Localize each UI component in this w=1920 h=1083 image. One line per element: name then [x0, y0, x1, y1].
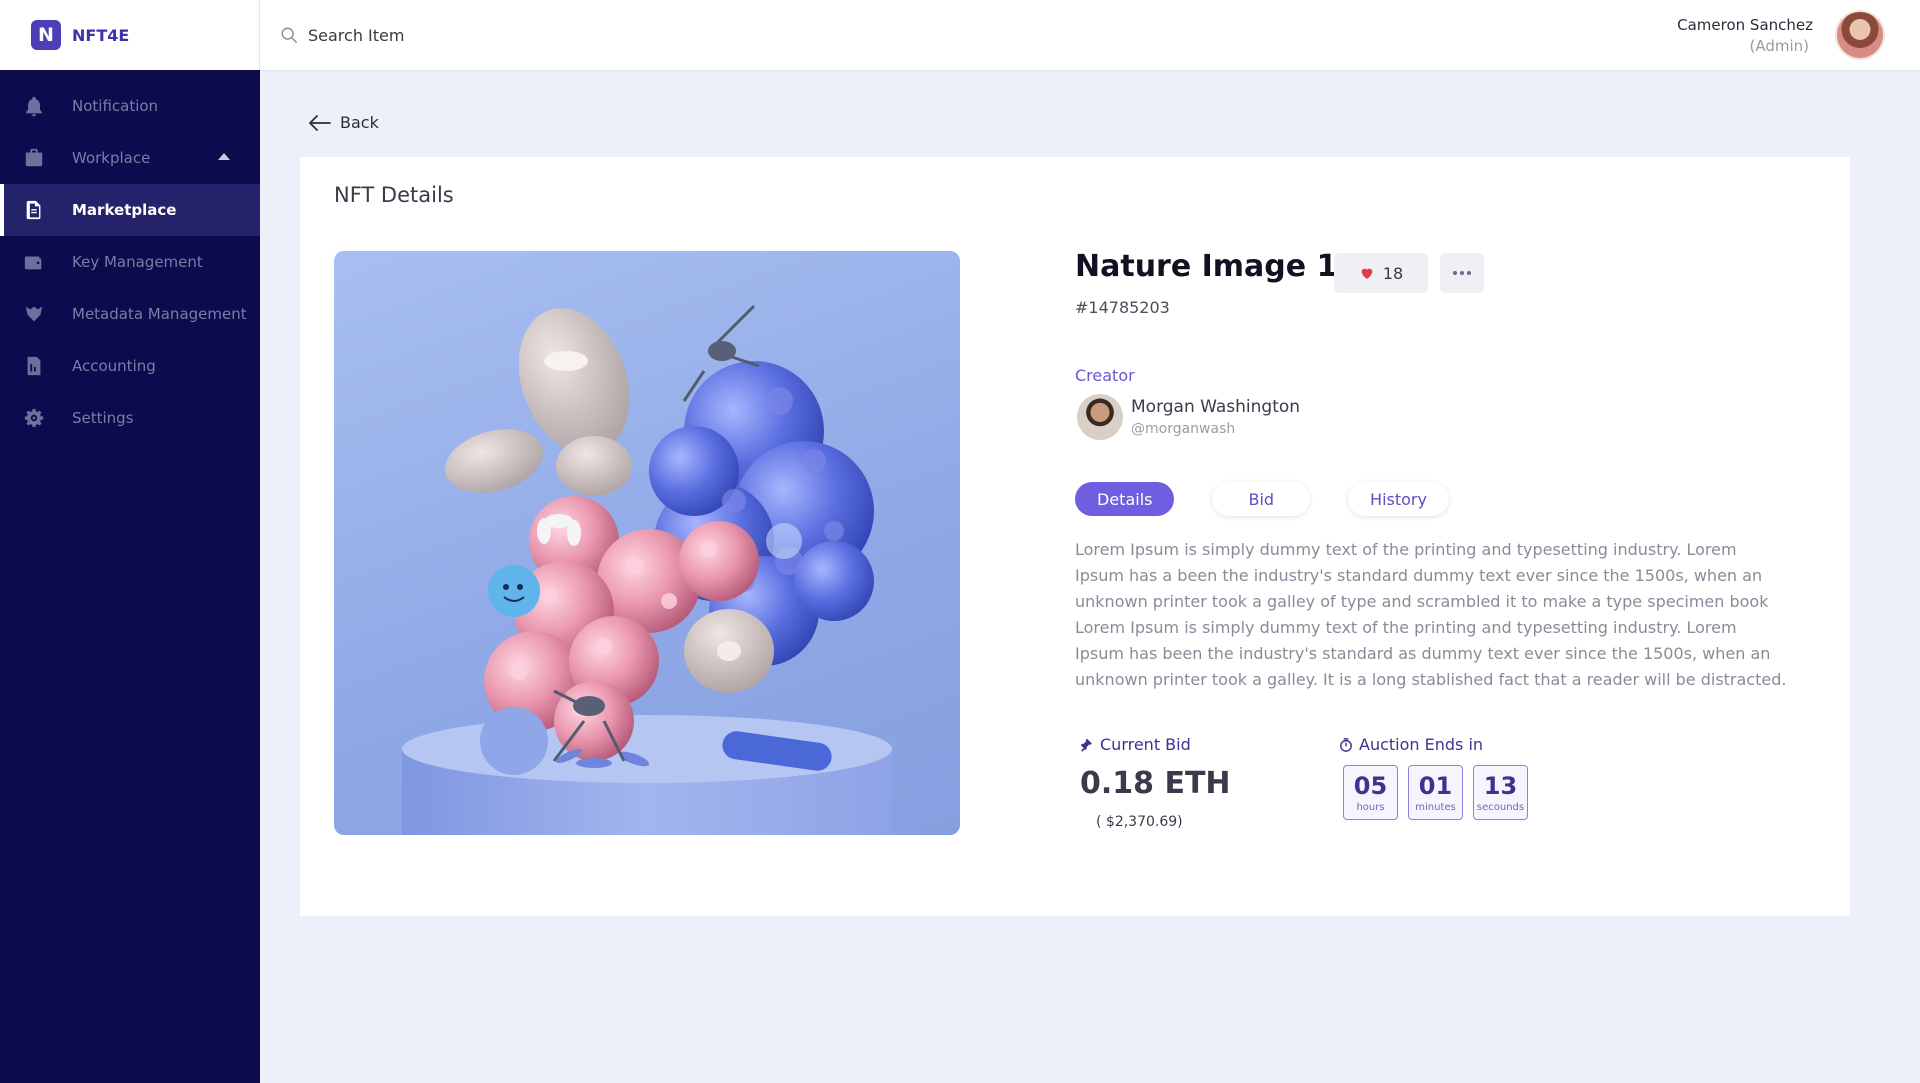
page-title: NFT Details	[334, 183, 454, 207]
sidebar-item-notification[interactable]: Notification	[0, 80, 260, 132]
bell-icon	[22, 94, 46, 118]
nft-token-id: #14785203	[1075, 298, 1170, 317]
sidebar-item-label: Key Management	[72, 253, 203, 271]
nft-info: Nature Image 1 #14785203	[1075, 249, 1795, 317]
sidebar-item-label: Accounting	[72, 357, 156, 375]
sidebar-item-label: Workplace	[72, 149, 151, 167]
creator-text: Morgan Washington @morganwash	[1131, 397, 1300, 437]
auction-ends-text: Auction Ends in	[1359, 735, 1484, 754]
gavel-icon	[1080, 738, 1092, 752]
timer-icon	[1340, 737, 1352, 752]
search-box[interactable]	[280, 25, 628, 45]
sidebar-item-workplace[interactable]: Workplace	[0, 132, 260, 184]
more-dot	[1467, 271, 1471, 275]
ledger-icon	[22, 354, 46, 378]
auction-countdown: 05 hours 01 minutes 13 secounds	[1343, 765, 1538, 820]
more-dot	[1453, 271, 1457, 275]
back-button[interactable]: Back	[308, 113, 379, 132]
nft-description: Lorem Ipsum is simply dummy text of the …	[1075, 540, 1787, 689]
like-count: 18	[1382, 263, 1404, 283]
sidebar-item-key-management[interactable]: Key Management	[0, 236, 260, 288]
sidebar-item-label: Notification	[72, 97, 159, 115]
brand-name: NFT4E	[72, 25, 130, 45]
more-dot	[1460, 271, 1464, 275]
nft-name: Nature Image 1	[1075, 249, 1338, 284]
creator-profile[interactable]: Morgan Washington @morganwash	[1077, 394, 1300, 440]
countdown-hours: 05 hours	[1343, 765, 1398, 820]
wallet-icon	[22, 250, 46, 274]
creator-avatar[interactable]	[1077, 394, 1123, 440]
briefcase-icon	[22, 146, 46, 170]
countdown-minutes-value: 01	[1418, 771, 1453, 800]
countdown-seconds-value: 13	[1483, 771, 1518, 800]
search-icon	[281, 27, 297, 43]
nft-details-card: NFT Details Nature Image 1 #14785203 18 …	[300, 157, 1850, 916]
tab-history[interactable]: History	[1348, 482, 1449, 516]
current-bid-text: Current Bid	[1100, 735, 1191, 754]
metadata-icon	[22, 302, 46, 326]
user-name: Cameron Sanchez	[1677, 15, 1813, 34]
sidebar-item-label: Settings	[72, 409, 134, 427]
countdown-hours-unit: hours	[1356, 801, 1385, 813]
countdown-hours-value: 05	[1353, 771, 1388, 800]
creator-label: Creator	[1075, 366, 1135, 385]
detail-tabs: Details Bid History	[1075, 482, 1487, 516]
like-button[interactable]: 18	[1334, 253, 1428, 293]
avatar[interactable]	[1837, 12, 1883, 58]
countdown-minutes: 01 minutes	[1408, 765, 1463, 820]
brand[interactable]: N NFT4E	[0, 0, 260, 70]
current-bid-label: Current Bid	[1080, 735, 1191, 754]
creator-name: Morgan Washington	[1131, 397, 1301, 417]
arrow-left-icon	[309, 114, 331, 131]
user-role: (Admin)	[1749, 36, 1809, 55]
user-info: Cameron Sanchez (Admin)	[1677, 16, 1813, 55]
chevron-up-icon[interactable]	[218, 153, 230, 160]
back-label: Back	[340, 113, 379, 132]
countdown-seconds: 13 secounds	[1473, 765, 1528, 820]
heart-icon	[1361, 268, 1373, 279]
user-menu[interactable]: Cameron Sanchez (Admin)	[1677, 12, 1883, 58]
sidebar-nav: Notification Workplace Marketplace Key M…	[0, 70, 260, 444]
sidebar: N NFT4E Notification Workplace Marketpla…	[0, 0, 260, 1083]
countdown-minutes-unit: minutes	[1415, 801, 1456, 813]
top-bar: Cameron Sanchez (Admin)	[260, 0, 1920, 70]
sidebar-item-metadata-management[interactable]: Metadata Management	[0, 288, 260, 340]
creator-handle: @morganwash	[1131, 421, 1236, 437]
more-options-button[interactable]	[1440, 253, 1484, 293]
search-input[interactable]	[308, 25, 628, 45]
brand-logo: N	[31, 20, 61, 50]
tab-bid[interactable]: Bid	[1212, 482, 1311, 516]
sidebar-item-settings[interactable]: Settings	[0, 392, 260, 444]
sidebar-item-label: Marketplace	[72, 201, 177, 219]
current-bid-usd: ( $2,370.69)	[1096, 814, 1183, 830]
tab-details[interactable]: Details	[1075, 482, 1175, 516]
nft-artwork	[402, 304, 892, 835]
countdown-seconds-unit: secounds	[1476, 801, 1525, 813]
sidebar-item-label: Metadata Management	[72, 305, 247, 323]
auction-ends-label: Auction Ends in	[1339, 735, 1483, 754]
nft-image[interactable]	[334, 251, 960, 835]
sidebar-item-marketplace[interactable]: Marketplace	[0, 184, 260, 236]
sidebar-item-accounting[interactable]: Accounting	[0, 340, 260, 392]
current-bid-value: 0.18 ETH	[1080, 766, 1231, 801]
gear-icon	[22, 406, 46, 430]
document-icon	[22, 198, 46, 222]
